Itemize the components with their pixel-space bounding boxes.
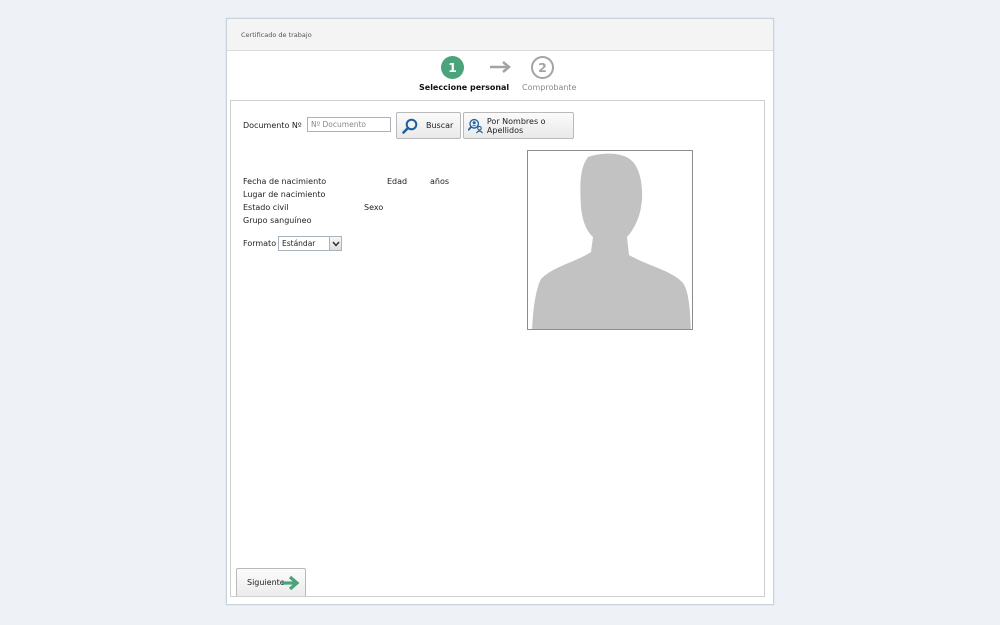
civil-status-label: Estado civil (243, 203, 289, 212)
next-button[interactable]: Siguiente (236, 568, 306, 596)
sex-label: Sexo (364, 203, 384, 212)
window-titlebar: Certificado de trabajo (227, 19, 773, 51)
step-1-indicator: 1 (441, 56, 464, 79)
document-label: Documento Nº (243, 121, 302, 130)
format-selected-value: Estándar (282, 239, 316, 248)
age-unit-label: años (430, 177, 450, 186)
format-select[interactable]: Estándar (278, 236, 342, 251)
search-by-name-button[interactable]: Por Nombres o Apellidos (463, 112, 574, 139)
window-title: Certificado de trabajo (241, 30, 312, 39)
wizard-stepper: 1 2 Seleccione personal Comprobante (227, 52, 773, 100)
birth-date-label: Fecha de nacimiento (243, 177, 327, 186)
user-search-icon (468, 118, 483, 133)
next-button-label: Siguiente (247, 578, 285, 587)
blood-group-label: Grupo sanguíneo (243, 216, 312, 225)
search-button-label: Buscar (426, 121, 454, 130)
search-button[interactable]: Buscar (396, 112, 461, 139)
step-1-label: Seleccione personal (419, 83, 510, 92)
person-silhouette-icon (532, 153, 691, 329)
format-label: Formato (243, 239, 277, 248)
arrow-right-icon (282, 575, 300, 591)
search-by-name-label: Por Nombres o Apellidos (486, 116, 546, 135)
search-icon (402, 118, 418, 134)
person-photo (527, 150, 693, 330)
step-2-indicator: 2 (531, 56, 554, 79)
age-label: Edad (387, 177, 408, 186)
chevron-down-icon[interactable] (329, 237, 341, 250)
birth-place-label: Lugar de nacimiento (243, 190, 326, 199)
step-arrow-icon (490, 61, 511, 73)
certificate-window: Certificado de trabajo 1 2 Seleccione pe… (226, 18, 774, 605)
step-2-label: Comprobante (522, 83, 577, 92)
step-content-panel: Documento Nº Buscar Por Nombres (230, 100, 765, 597)
document-input[interactable] (307, 117, 391, 132)
